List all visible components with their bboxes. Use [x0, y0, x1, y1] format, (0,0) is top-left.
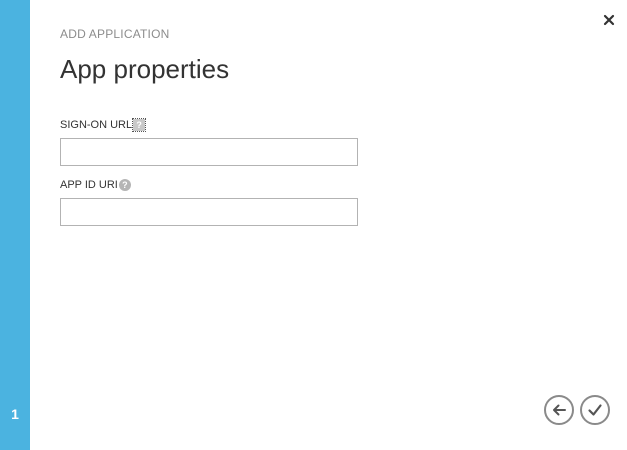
app-id-uri-help-icon[interactable]: ?: [118, 179, 131, 191]
app-id-uri-input[interactable]: [60, 198, 358, 226]
arrow-left-icon: [553, 404, 566, 416]
sign-on-url-label-text: SIGN-ON URL: [60, 119, 133, 131]
sign-on-url-label: SIGN-ON URL ?: [60, 118, 147, 132]
app-id-uri-label-text: APP ID URI: [60, 179, 118, 191]
sign-on-url-input[interactable]: [60, 138, 358, 166]
close-button[interactable]: [601, 12, 617, 28]
step-number: 1: [11, 406, 19, 422]
back-button[interactable]: [544, 395, 574, 425]
close-icon: [603, 14, 615, 26]
sign-on-url-help-icon[interactable]: ?: [132, 118, 147, 132]
wizard-step-rail: 1: [0, 0, 30, 450]
page-title: App properties: [60, 54, 230, 84]
checkmark-icon: [588, 404, 602, 416]
app-id-uri-label: APP ID URI ?: [60, 178, 131, 192]
complete-button[interactable]: [580, 395, 610, 425]
wizard-header-label: ADD APPLICATION: [60, 27, 170, 41]
